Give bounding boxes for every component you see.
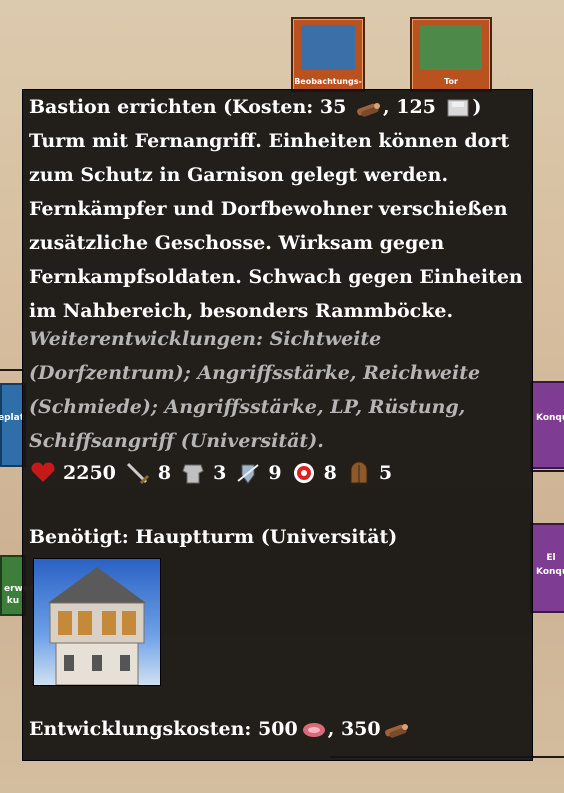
keep-tower-portrait [33, 558, 161, 686]
stat-melee-armor: 3 [213, 462, 227, 484]
wood-icon [357, 103, 380, 117]
gate-icon [420, 25, 482, 70]
tree-connector [0, 369, 24, 371]
armor-icon [182, 464, 204, 484]
tooltip-upgrades: Weiterentwicklungen: Sichtweite (Dorfzen… [29, 328, 481, 452]
research-costs: Entwicklungskosten: 500 , 350 [29, 718, 411, 740]
target-icon [293, 463, 314, 483]
tile-label: ElKonqu [536, 553, 564, 577]
tile-label: Beobachtungs- [294, 77, 362, 86]
watchtower-icon [301, 25, 355, 70]
tree-connector [530, 470, 564, 472]
door-icon [350, 461, 368, 484]
stat-attack: 8 [157, 462, 172, 484]
research-cost-text: Entwicklungskosten: 500 [29, 718, 298, 740]
tile-label: eplat [0, 413, 24, 423]
stat-range: 8 [323, 462, 337, 484]
tooltip-requirement: Benötigt: Hauptturm (Universität) [29, 526, 398, 548]
tile-label: Konqu [536, 413, 564, 423]
stat-pierce-armor: 9 [268, 462, 282, 484]
tile-right-1[interactable]: Konqu [530, 381, 564, 469]
tooltip-title: Bastion errichten (Kosten: 35 , 125 ) [29, 96, 482, 118]
stat-hp: 2250 [63, 462, 116, 484]
stone-icon [447, 99, 469, 117]
research-cost-wood: , 350 [327, 718, 381, 740]
sword-icon [126, 462, 149, 485]
tile-beobachtungsturm[interactable]: Beobachtungs- [291, 17, 365, 92]
tower-image-icon [48, 567, 146, 685]
tile-label: erwee ku [4, 584, 36, 606]
stat-garrison: 5 [378, 462, 393, 484]
stats-row: 2250 8 3 9 8 5 [29, 456, 400, 490]
meat-icon [302, 723, 325, 737]
tile-label: Tor [444, 77, 458, 86]
wood-icon [384, 724, 408, 738]
heart-icon [31, 462, 55, 482]
tooltip-panel: Bastion errichten (Kosten: 35 , 125 ) Tu… [22, 89, 533, 761]
tile-tor[interactable]: Tor [410, 17, 492, 92]
tooltip-description: Turm mit Fernangriff. Einheiten können d… [29, 130, 523, 322]
tile-right-2[interactable]: ElKonqu [530, 523, 564, 613]
pierce-armor-icon [237, 464, 259, 484]
